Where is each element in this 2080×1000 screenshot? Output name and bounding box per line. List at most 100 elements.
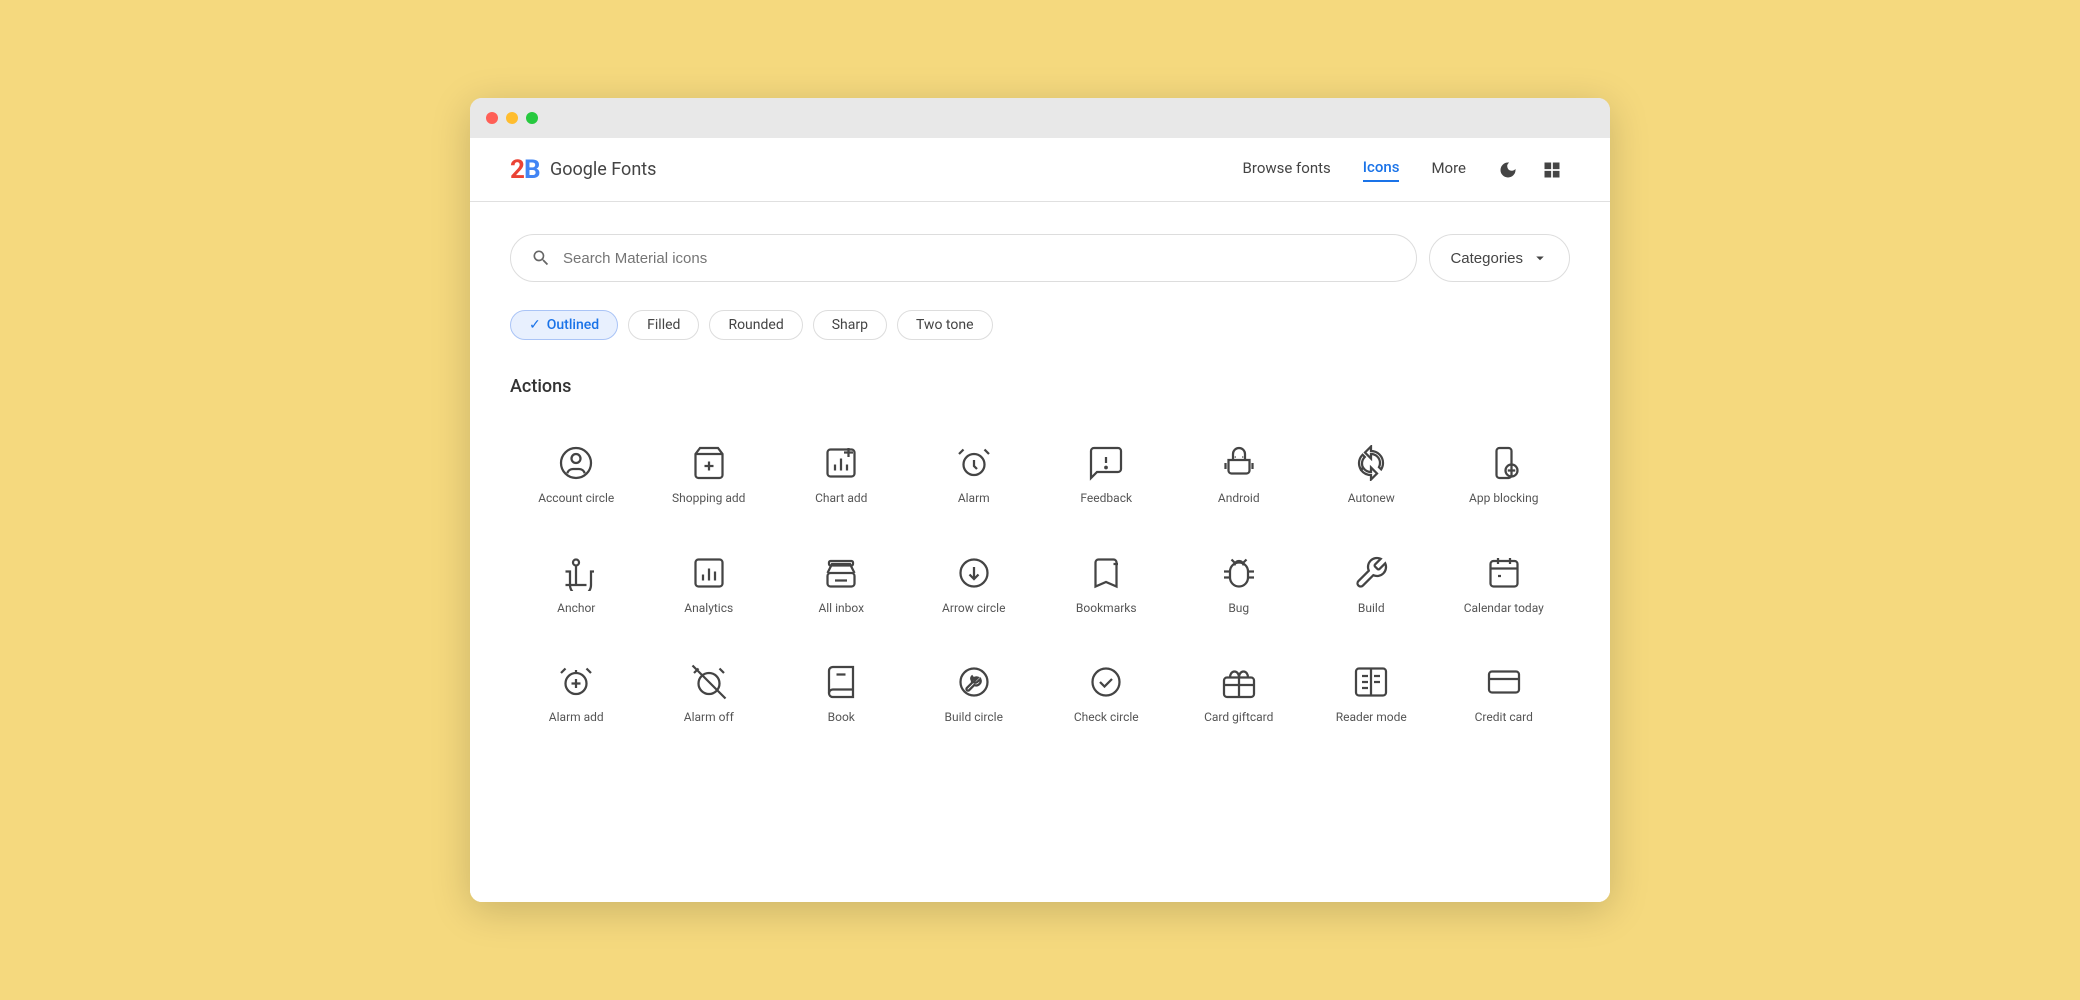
check-icon: ✓ [529, 317, 541, 333]
chip-sharp-label: Sharp [832, 317, 868, 333]
grid-view-button[interactable] [1534, 152, 1570, 188]
icon-check-circle[interactable]: Check circle [1040, 644, 1173, 746]
icon-book-label: Book [828, 710, 855, 726]
icons-row-2: Anchor Analytics [510, 535, 1570, 637]
icon-alarm-add[interactable]: Alarm add [510, 644, 643, 746]
dark-mode-icon [1498, 160, 1518, 180]
svg-text:2: 2 [510, 155, 525, 185]
icon-calendar-today[interactable]: Calendar today [1438, 535, 1571, 637]
chip-twotone[interactable]: Two tone [897, 310, 993, 340]
icon-book[interactable]: Book [775, 644, 908, 746]
chip-filled[interactable]: Filled [628, 310, 699, 340]
icon-bookmarks[interactable]: Bookmarks [1040, 535, 1173, 637]
icon-analytics[interactable]: Analytics [643, 535, 776, 637]
nav-links: Browse fonts Icons More [1243, 158, 1466, 182]
chart-add-icon [823, 445, 859, 481]
analytics-icon [691, 555, 727, 591]
icon-app-blocking-label: App blocking [1469, 491, 1538, 507]
icon-reader-mode-label: Reader mode [1336, 710, 1407, 726]
logo-area: 2 B Google Fonts [510, 154, 1243, 186]
icon-alarm-add-label: Alarm add [549, 710, 604, 726]
icon-autonew-label: Autonew [1348, 491, 1395, 507]
anchor-icon [558, 555, 594, 591]
icon-bug[interactable]: Bug [1173, 535, 1306, 637]
icon-calendar-today-label: Calendar today [1464, 601, 1544, 617]
calendar-today-icon [1486, 555, 1522, 591]
build-circle-icon [956, 664, 992, 700]
icon-app-blocking[interactable]: App blocking [1438, 425, 1571, 527]
credit-card-icon [1486, 664, 1522, 700]
categories-button[interactable]: Categories [1429, 234, 1570, 282]
icon-build-circle[interactable]: Build circle [908, 644, 1041, 746]
chip-rounded-label: Rounded [728, 317, 783, 333]
nav-browse-fonts[interactable]: Browse fonts [1243, 159, 1331, 181]
book-icon [823, 664, 859, 700]
icon-build-label: Build [1358, 601, 1385, 617]
icon-all-inbox[interactable]: All inbox [775, 535, 908, 637]
icon-account-circle[interactable]: Account circle [510, 425, 643, 527]
icon-card-giftcard[interactable]: Card giftcard [1173, 644, 1306, 746]
dark-mode-button[interactable] [1490, 152, 1526, 188]
account-circle-icon [558, 445, 594, 481]
categories-label: Categories [1450, 250, 1523, 267]
header-icons [1490, 152, 1570, 188]
icons-row-3: Alarm add Alarm off [510, 644, 1570, 746]
all-inbox-icon [823, 555, 859, 591]
feedback-icon [1088, 445, 1124, 481]
icon-check-circle-label: Check circle [1074, 710, 1139, 726]
chip-twotone-label: Two tone [916, 317, 974, 333]
shopping-add-icon [691, 445, 727, 481]
icon-autonew[interactable]: Autonew [1305, 425, 1438, 527]
search-input-wrap [510, 234, 1417, 282]
app-container: 2 B Google Fonts Browse fonts Icons More [470, 138, 1610, 902]
chevron-down-icon [1531, 249, 1549, 267]
bug-icon [1221, 555, 1257, 591]
icon-credit-card[interactable]: Credit card [1438, 644, 1571, 746]
app-blocking-icon [1486, 445, 1522, 481]
icon-alarm-label: Alarm [958, 491, 990, 507]
icon-alarm-off[interactable]: Alarm off [643, 644, 776, 746]
browser-chrome [470, 98, 1610, 138]
build-icon [1353, 555, 1389, 591]
bookmarks-icon [1088, 555, 1124, 591]
icon-build[interactable]: Build [1305, 535, 1438, 637]
icon-analytics-label: Analytics [684, 601, 733, 617]
icon-arrow-circle[interactable]: Arrow circle [908, 535, 1041, 637]
browser-window: 2 B Google Fonts Browse fonts Icons More [470, 98, 1610, 902]
chip-sharp[interactable]: Sharp [813, 310, 887, 340]
icon-alarm[interactable]: Alarm [908, 425, 1041, 527]
icon-anchor[interactable]: Anchor [510, 535, 643, 637]
search-icon [531, 248, 551, 268]
arrow-circle-icon [956, 555, 992, 591]
icon-reader-mode[interactable]: Reader mode [1305, 644, 1438, 746]
google-fonts-logo-icon: 2 B [510, 154, 542, 186]
alarm-add-icon [558, 664, 594, 700]
browser-maximize-dot[interactable] [526, 112, 538, 124]
logo-text: Google Fonts [550, 159, 656, 180]
chip-filled-label: Filled [647, 317, 680, 333]
grid-icon [1542, 160, 1562, 180]
chip-outlined[interactable]: ✓ Outlined [510, 310, 618, 340]
alarm-icon [956, 445, 992, 481]
android-icon [1221, 445, 1257, 481]
icon-build-circle-label: Build circle [945, 710, 1003, 726]
card-giftcard-icon [1221, 664, 1257, 700]
icon-shopping-add[interactable]: Shopping add [643, 425, 776, 527]
browser-close-dot[interactable] [486, 112, 498, 124]
nav-more[interactable]: More [1431, 159, 1466, 181]
icon-feedback-label: Feedback [1080, 491, 1132, 507]
search-input[interactable] [563, 250, 1396, 267]
svg-text:B: B [524, 155, 541, 185]
icon-chart-add-label: Chart add [815, 491, 867, 507]
icon-credit-card-label: Credit card [1475, 710, 1533, 726]
icon-card-giftcard-label: Card giftcard [1204, 710, 1273, 726]
browser-minimize-dot[interactable] [506, 112, 518, 124]
chip-rounded[interactable]: Rounded [709, 310, 802, 340]
icons-row-1: Account circle Shopping add [510, 425, 1570, 527]
section-title: Actions [510, 376, 1570, 397]
nav-icons[interactable]: Icons [1363, 158, 1400, 182]
icon-android[interactable]: Android [1173, 425, 1306, 527]
main-content: Categories ✓ Outlined Filled Rounded [470, 202, 1610, 902]
icon-chart-add[interactable]: Chart add [775, 425, 908, 527]
icon-feedback[interactable]: Feedback [1040, 425, 1173, 527]
